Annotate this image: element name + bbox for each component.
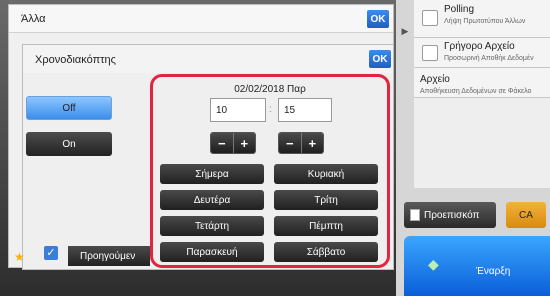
other-dialog-title: Άλλα	[21, 13, 46, 25]
preview-button[interactable]: Προεπισκόπ	[404, 202, 496, 228]
quick-file-title: Γρήγορο Αρχείο	[444, 41, 515, 52]
quick-file-checkbox[interactable]	[422, 45, 438, 61]
file-subtitle: Αποθήκευση Δεδομένων σε Φάκελο	[420, 88, 532, 95]
minute-minus-button[interactable]: −	[279, 133, 301, 153]
preview-label: Προεπισκόπ	[424, 209, 480, 221]
hour-input[interactable]: 10	[210, 98, 266, 122]
timer-dialog-title: Χρονοδιακόπτης	[35, 54, 116, 66]
on-button[interactable]: On	[26, 132, 112, 156]
preview-icon	[410, 209, 420, 221]
day-button-wednesday[interactable]: Τετάρτη	[160, 216, 264, 236]
other-ok-button[interactable]: OK	[367, 10, 389, 28]
polling-checkbox[interactable]	[422, 10, 438, 26]
previous-button[interactable]: Προηγούμεν	[68, 246, 150, 266]
hour-minus-button[interactable]: −	[211, 133, 233, 153]
timer-ok-button[interactable]: OK	[369, 50, 391, 68]
day-button-thursday[interactable]: Πέμπτη	[274, 216, 378, 236]
quick-file-item[interactable]: Γρήγορο Αρχείο Προσωρινή Αποθήκ Δεδομέν	[414, 38, 550, 68]
timer-dialog-header: Χρονοδιακόπτης OK	[23, 45, 393, 73]
day-button-saturday[interactable]: Σάββατο	[274, 242, 378, 262]
file-item[interactable]: Αρχείο Αποθήκευση Δεδομένων σε Φάκελο	[414, 68, 550, 98]
hour-stepper: − +	[210, 132, 256, 154]
minute-stepper: − +	[278, 132, 324, 154]
day-button-friday[interactable]: Παρασκευή	[160, 242, 264, 262]
minute-plus-button[interactable]: +	[300, 133, 323, 153]
start-label: Έναρξη	[476, 266, 511, 277]
day-button-sunday[interactable]: Κυριακή	[274, 164, 378, 184]
screen: ▶ Polling Λήψη Πρωτοτύπου Άλλων Γρήγορο …	[0, 0, 550, 296]
right-panel-empty-area	[414, 98, 550, 188]
day-button-tuesday[interactable]: Τρίτη	[274, 190, 378, 210]
file-title: Αρχείο	[420, 74, 450, 85]
minute-input[interactable]: 15	[278, 98, 332, 122]
date-label: 02/02/2018 Παρ	[234, 84, 306, 95]
start-icon: ◆	[428, 256, 439, 272]
polling-subtitle: Λήψη Πρωτοτύπου Άλλων	[444, 18, 526, 25]
check-icon[interactable]: ✓	[44, 246, 58, 260]
time-separator: :	[269, 104, 272, 115]
quick-file-subtitle: Προσωρινή Αποθήκ Δεδομέν	[444, 55, 534, 62]
day-button-monday[interactable]: Δευτέρα	[160, 190, 264, 210]
star-icon[interactable]: ★	[14, 250, 25, 264]
polling-item[interactable]: Polling Λήψη Πρωτοτύπου Άλλων	[414, 0, 550, 38]
expand-arrow-icon[interactable]: ▶	[398, 24, 412, 38]
off-button[interactable]: Off	[26, 96, 112, 120]
other-dialog-header: Άλλα OK	[9, 5, 393, 33]
hour-plus-button[interactable]: +	[232, 133, 255, 153]
ca-button[interactable]: CA	[506, 202, 546, 228]
day-button-today[interactable]: Σήμερα	[160, 164, 264, 184]
polling-title: Polling	[444, 4, 475, 15]
start-button[interactable]: ◆ Έναρξη	[404, 236, 550, 296]
